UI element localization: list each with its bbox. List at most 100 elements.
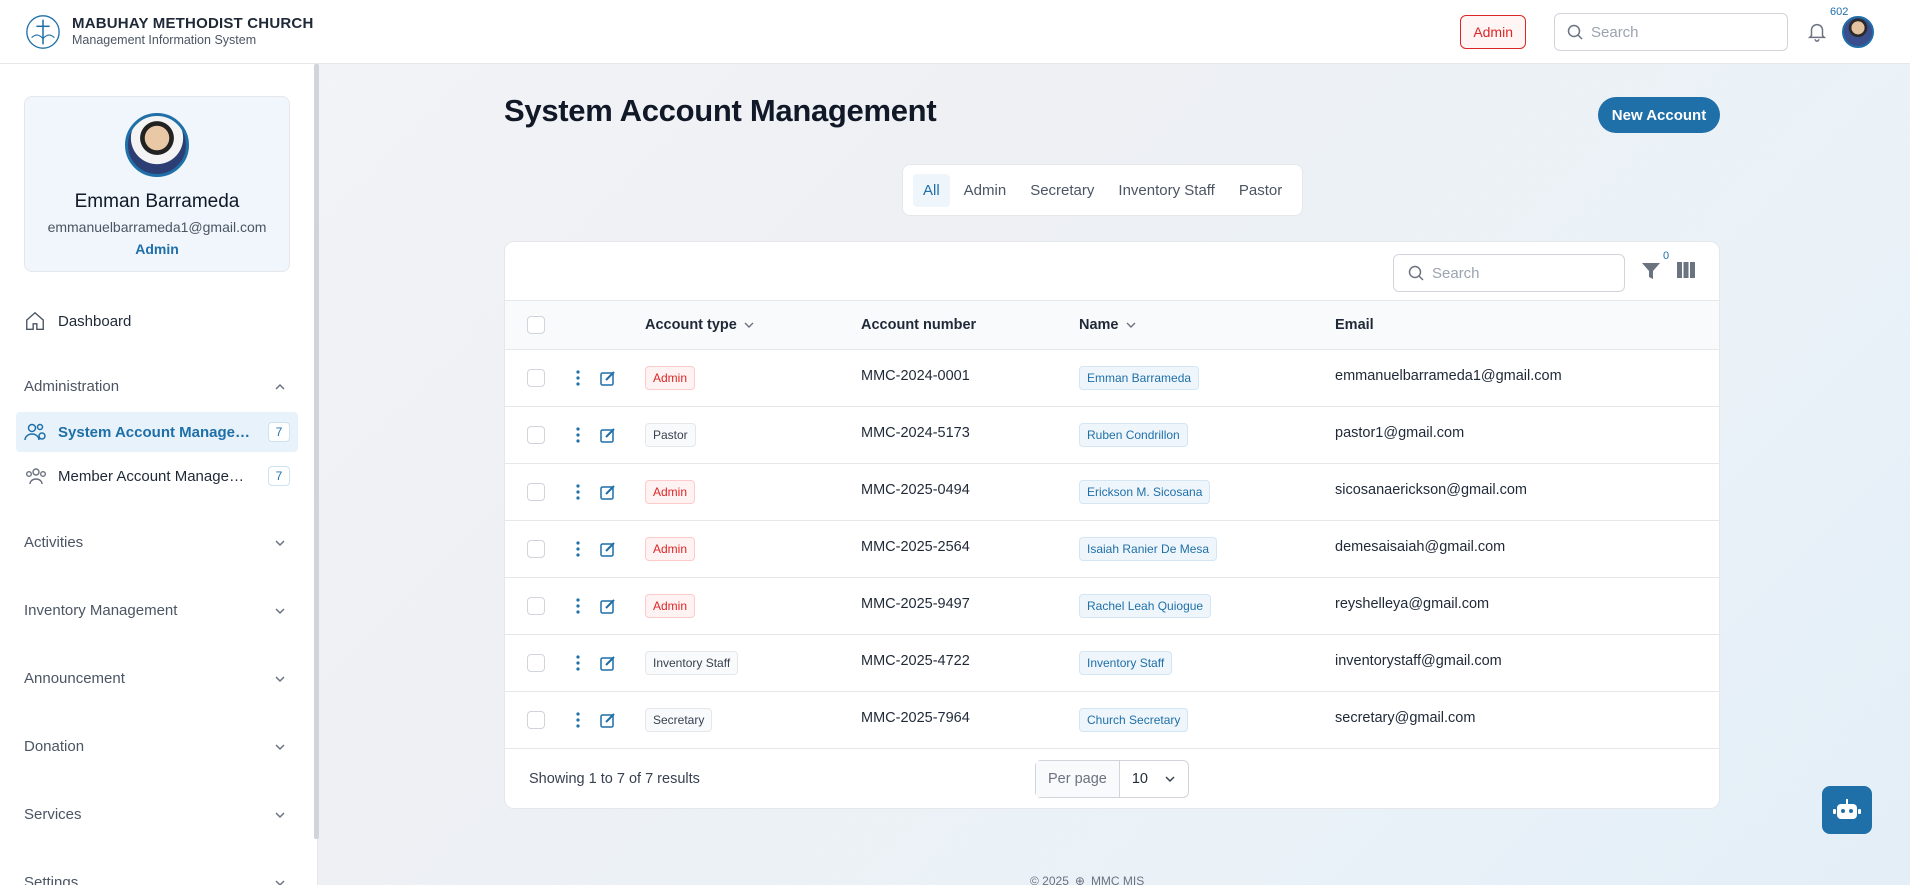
account-number: MMC-2024-0001 (861, 368, 970, 384)
per-page-select[interactable]: Per page 10 (1035, 760, 1189, 798)
sidebar-group-label: Activities (24, 534, 84, 551)
global-search-input[interactable]: Search (1554, 13, 1788, 51)
tab-secretary[interactable]: Secretary (1020, 174, 1104, 207)
profile-email: emmanuelbarrameda1@gmail.com (47, 219, 267, 235)
brand[interactable]: MABUHAY METHODIST CHURCH Management Info… (24, 13, 313, 51)
row-checkbox[interactable] (527, 369, 545, 387)
name-badge: Emman Barrameda (1079, 366, 1200, 390)
row-checkbox[interactable] (527, 654, 545, 672)
page-title: System Account Management (504, 93, 937, 128)
more-options-icon[interactable] (576, 655, 580, 671)
table-row: Secretary MMC-2025-7964 Church Secretary… (505, 692, 1719, 749)
sidebar-item-label: System Account Management (58, 423, 252, 441)
more-options-icon[interactable] (576, 598, 580, 614)
profile-role: Admin (135, 241, 179, 257)
system-name: Management Information System (72, 33, 257, 47)
column-label: Account type (645, 317, 737, 333)
table-search-input[interactable]: Search (1393, 254, 1625, 292)
sidebar-scrollbar[interactable] (314, 64, 319, 839)
account-type-badge: Secretary (645, 708, 713, 732)
table-row: Admin MMC-2024-0001 Emman Barrameda emma… (505, 350, 1719, 407)
chevron-down-icon (275, 675, 285, 682)
more-options-icon[interactable] (576, 370, 580, 386)
account-number: MMC-2025-2564 (861, 539, 970, 555)
more-options-icon[interactable] (576, 541, 580, 557)
sidebar-group-label: Donation (24, 738, 85, 755)
column-email: Email (1335, 317, 1374, 333)
sidebar-group-activities[interactable]: Activities (24, 534, 286, 551)
chevron-down-icon (275, 811, 285, 818)
user-avatar[interactable] (1842, 16, 1874, 48)
sidebar-item-dashboard[interactable]: Dashboard (24, 310, 131, 332)
sidebar-group-label: Settings (24, 874, 79, 885)
tab-admin[interactable]: Admin (954, 174, 1017, 207)
table-search-placeholder: Search (1432, 264, 1480, 282)
select-all-checkbox[interactable] (527, 316, 545, 334)
edit-icon[interactable] (600, 541, 616, 557)
chatbot-button[interactable] (1822, 786, 1872, 834)
robot-icon (1833, 799, 1861, 819)
filter-count: 0 (1663, 250, 1670, 262)
sidebar-group-announcement[interactable]: Announcement (24, 670, 286, 687)
sidebar-group-administration[interactable]: Administration (24, 378, 286, 395)
row-checkbox[interactable] (527, 540, 545, 558)
chevron-down-icon (744, 322, 754, 328)
account-type-badge: Admin (645, 480, 696, 504)
column-account-number: Account number (861, 317, 976, 333)
search-icon (1567, 24, 1583, 40)
edit-icon[interactable] (600, 598, 616, 614)
edit-icon[interactable] (600, 370, 616, 386)
account-number: MMC-2025-0494 (861, 482, 970, 498)
per-page-value: 10 (1131, 771, 1148, 787)
sidebar-group-services[interactable]: Services (24, 806, 286, 823)
sidebar-group-label: Inventory Management (24, 602, 178, 619)
columns-icon[interactable] (1677, 262, 1695, 278)
filter-icon[interactable] (1641, 262, 1661, 280)
edit-icon[interactable] (600, 484, 616, 500)
sidebar-group-settings[interactable]: Settings (24, 874, 286, 885)
chevron-up-icon (275, 383, 285, 390)
edit-icon[interactable] (600, 427, 616, 443)
row-checkbox[interactable] (527, 483, 545, 501)
bell-icon (1807, 23, 1827, 42)
footer-year: © 2025 (1030, 874, 1069, 885)
tab-inventory-staff[interactable]: Inventory Staff (1108, 174, 1224, 207)
church-logo-icon (26, 14, 60, 49)
column-label: Email (1335, 317, 1374, 333)
chevron-down-icon (275, 879, 285, 885)
edit-icon[interactable] (600, 655, 616, 671)
account-number: MMC-2025-9497 (861, 596, 970, 612)
column-name[interactable]: Name (1079, 317, 1137, 333)
sidebar-group-label: Services (24, 806, 82, 823)
more-options-icon[interactable] (576, 712, 580, 728)
count-badge: 7 (268, 422, 290, 442)
column-label: Name (1079, 317, 1119, 333)
users-cog-icon (24, 423, 46, 441)
sidebar-item-member-account-management[interactable]: Member Account Management 7 (16, 456, 298, 496)
search-icon (1408, 265, 1424, 281)
chevron-down-icon (275, 743, 285, 750)
name-badge: Inventory Staff (1079, 651, 1173, 675)
name-badge: Ruben Condrillon (1079, 423, 1188, 447)
more-options-icon[interactable] (576, 484, 580, 500)
more-options-icon[interactable] (576, 427, 580, 443)
tab-pastor[interactable]: Pastor (1229, 174, 1292, 207)
row-checkbox[interactable] (527, 711, 545, 729)
account-type-badge: Admin (645, 537, 696, 561)
sidebar-item-system-account-management[interactable]: System Account Management 7 (16, 412, 298, 452)
notifications-button[interactable]: 602 (1806, 6, 1848, 44)
sidebar-item-label: Member Account Management (58, 467, 252, 485)
sidebar-group-donation[interactable]: Donation (24, 738, 286, 755)
column-account-type[interactable]: Account type (645, 317, 755, 333)
new-account-button[interactable]: New Account (1598, 97, 1720, 133)
profile-name: Emman Barrameda (74, 191, 240, 212)
row-checkbox[interactable] (527, 426, 545, 444)
column-label: Account number (861, 317, 977, 333)
tab-all[interactable]: All (913, 173, 950, 207)
sidebar-group-inventory-management[interactable]: Inventory Management (24, 602, 286, 619)
profile-avatar (125, 113, 189, 177)
edit-icon[interactable] (600, 712, 616, 728)
name-badge: Isaiah Ranier De Mesa (1079, 537, 1218, 561)
account-type-badge: Admin (645, 594, 696, 618)
row-checkbox[interactable] (527, 597, 545, 615)
